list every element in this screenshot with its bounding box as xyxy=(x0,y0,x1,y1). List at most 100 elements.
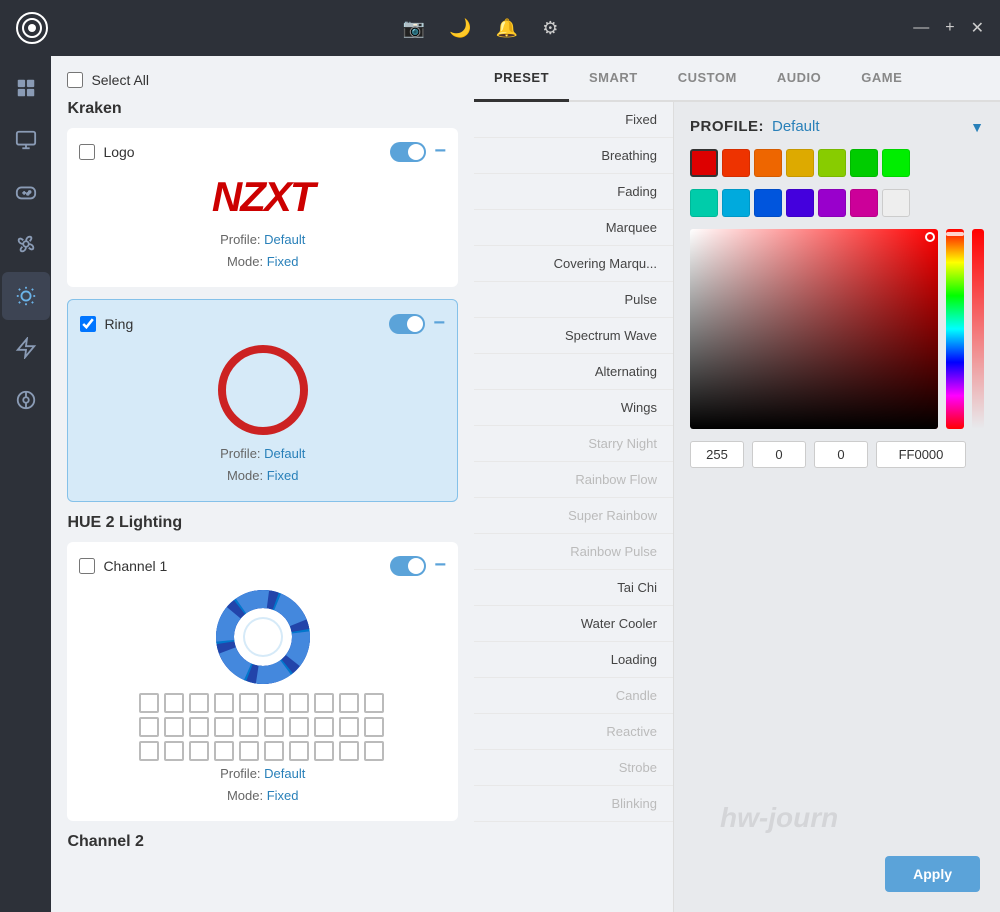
effect-wings[interactable]: Wings xyxy=(474,390,673,426)
hue-slider[interactable] xyxy=(946,229,964,429)
ring-preview xyxy=(80,345,445,435)
swatch-orange[interactable] xyxy=(754,149,782,177)
close-button[interactable]: ✕ xyxy=(971,18,984,38)
swatch-indigo[interactable] xyxy=(786,189,814,217)
swatch-yellow[interactable] xyxy=(786,149,814,177)
logo-toggle[interactable] xyxy=(390,142,426,162)
sidebar-item-dashboard[interactable] xyxy=(2,64,50,112)
maximize-button[interactable]: + xyxy=(945,19,954,37)
effect-fixed[interactable]: Fixed xyxy=(474,102,673,138)
effect-loading[interactable]: Loading xyxy=(474,642,673,678)
led-18 xyxy=(314,717,334,737)
swatch-blue[interactable] xyxy=(754,189,782,217)
led-25 xyxy=(239,741,259,761)
nzxt-logo: NZXT xyxy=(212,173,314,221)
swatch-teal[interactable] xyxy=(690,189,718,217)
sidebar xyxy=(0,56,51,912)
right-content: Fixed Breathing Fading Marquee Covering … xyxy=(474,102,1000,912)
effect-breathing[interactable]: Breathing xyxy=(474,138,673,174)
effect-water-cooler[interactable]: Water Cooler xyxy=(474,606,673,642)
logo-checkbox[interactable] xyxy=(79,144,95,160)
led-22 xyxy=(164,741,184,761)
main-layout: Select All Kraken Logo − NZXT Profile: D… xyxy=(0,56,1000,912)
value-gradient xyxy=(690,229,938,429)
apply-button[interactable]: Apply xyxy=(885,856,980,892)
tab-custom[interactable]: CUSTOM xyxy=(658,56,757,100)
swatch-yellow-green[interactable] xyxy=(818,149,846,177)
led-20 xyxy=(364,717,384,737)
tab-audio[interactable]: AUDIO xyxy=(757,56,841,100)
green-input[interactable] xyxy=(752,441,806,468)
led-9 xyxy=(339,693,359,713)
hex-input[interactable] xyxy=(876,441,966,468)
sidebar-item-power[interactable] xyxy=(2,324,50,372)
sidebar-item-storage[interactable] xyxy=(2,376,50,424)
tab-game[interactable]: GAME xyxy=(841,56,922,100)
swatch-white[interactable] xyxy=(882,189,910,217)
led-28 xyxy=(314,741,334,761)
swatch-red-orange[interactable] xyxy=(722,149,750,177)
swatch-purple[interactable] xyxy=(818,189,846,217)
channel1-name: Channel 1 xyxy=(103,558,382,574)
swatch-pink[interactable] xyxy=(850,189,878,217)
color-swatches-2 xyxy=(690,189,984,217)
tabs: PRESET SMART CUSTOM AUDIO GAME xyxy=(474,56,1000,102)
logo-preview: NZXT xyxy=(79,173,446,221)
logo-name: Logo xyxy=(103,144,382,160)
logo-device-header: Logo − xyxy=(79,140,446,163)
channel1-mode-info: Mode: Fixed xyxy=(79,787,446,805)
logo-minus-btn[interactable]: − xyxy=(434,140,446,163)
alpha-slider[interactable] xyxy=(972,229,984,429)
color-gradient[interactable] xyxy=(690,229,938,429)
led-30 xyxy=(364,741,384,761)
settings-icon[interactable]: ⚙ xyxy=(542,18,558,39)
sidebar-item-gamepad[interactable] xyxy=(2,168,50,216)
effect-covering-marquee[interactable]: Covering Marqu... xyxy=(474,246,673,282)
moon-icon[interactable]: 🌙 xyxy=(449,18,471,39)
swatch-cyan[interactable] xyxy=(722,189,750,217)
profile-value: Default xyxy=(772,118,820,135)
effect-alternating[interactable]: Alternating xyxy=(474,354,673,390)
sidebar-item-monitor[interactable] xyxy=(2,116,50,164)
blue-input[interactable] xyxy=(814,441,868,468)
effect-fading[interactable]: Fading xyxy=(474,174,673,210)
ring-circle xyxy=(218,345,308,435)
effect-marquee[interactable]: Marquee xyxy=(474,210,673,246)
swatch-red[interactable] xyxy=(690,149,718,177)
channel1-minus-btn[interactable]: − xyxy=(434,554,446,577)
led-4 xyxy=(214,693,234,713)
channel1-toggle[interactable] xyxy=(390,556,426,576)
watermark: hw-journ xyxy=(720,787,920,852)
led-15 xyxy=(239,717,259,737)
effect-tai-chi[interactable]: Tai Chi xyxy=(474,570,673,606)
ring-toggle[interactable] xyxy=(389,314,425,334)
left-panel: Select All Kraken Logo − NZXT Profile: D… xyxy=(51,56,474,912)
logo-mode-info: Mode: Fixed xyxy=(79,253,446,271)
select-all-checkbox[interactable] xyxy=(67,72,83,88)
camera-icon[interactable]: 📷 xyxy=(403,18,425,39)
ring-profile-label: Profile: xyxy=(220,446,264,461)
sidebar-item-lighting[interactable] xyxy=(2,272,50,320)
hue-indicator xyxy=(946,232,964,236)
ring-checkbox[interactable] xyxy=(80,316,96,332)
led-24 xyxy=(214,741,234,761)
red-input[interactable] xyxy=(690,441,744,468)
swatch-bright-green[interactable] xyxy=(882,149,910,177)
app-logo xyxy=(16,12,48,44)
minimize-button[interactable]: — xyxy=(913,19,929,37)
led-16 xyxy=(264,717,284,737)
tab-smart[interactable]: SMART xyxy=(569,56,658,100)
effect-pulse[interactable]: Pulse xyxy=(474,282,673,318)
channel1-checkbox[interactable] xyxy=(79,558,95,574)
effect-spectrum-wave[interactable]: Spectrum Wave xyxy=(474,318,673,354)
ring-minus-btn[interactable]: − xyxy=(433,312,445,335)
bell-icon[interactable]: 🔔 xyxy=(496,18,518,39)
dropdown-arrow-icon[interactable]: ▼ xyxy=(970,119,984,135)
rgb-inputs xyxy=(690,441,984,468)
logo-profile-label: Profile: xyxy=(220,232,264,247)
swatch-green[interactable] xyxy=(850,149,878,177)
led-3 xyxy=(189,693,209,713)
sidebar-item-fan[interactable] xyxy=(2,220,50,268)
tab-preset[interactable]: PRESET xyxy=(474,56,569,102)
led-8 xyxy=(314,693,334,713)
